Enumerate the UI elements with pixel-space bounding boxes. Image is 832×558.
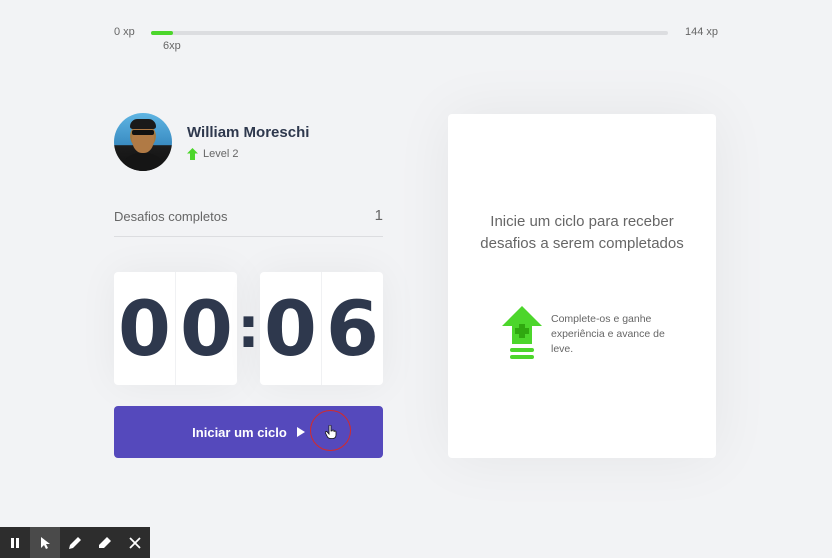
xp-progress-fill <box>151 31 173 35</box>
challenge-card-hint: Complete-os e ganhe experiência e avance… <box>551 313 665 355</box>
profile: William Moreschi Level 2 <box>114 113 309 171</box>
xp-min-label: 0 xp <box>114 26 135 38</box>
recording-toolbar <box>0 527 150 558</box>
xp-max-label: 144 xp <box>684 26 718 38</box>
xp-track <box>151 31 668 35</box>
pointer-tool-button[interactable] <box>30 527 60 558</box>
experience-bar: 0 xp 6xp 144 xp <box>114 24 718 54</box>
pencil-icon <box>69 536 81 549</box>
close-button[interactable] <box>120 527 150 558</box>
time-separator: : <box>237 296 260 361</box>
xp-current-label: 6xp <box>163 40 181 52</box>
seconds-block: 0 6 <box>260 272 383 385</box>
pointer-icon <box>41 536 50 549</box>
eraser-icon <box>99 536 111 548</box>
hand-cursor-icon <box>325 425 337 439</box>
profile-level-label: Level 2 <box>203 148 239 160</box>
profile-level: Level 2 <box>187 148 309 160</box>
challenge-card-title: Inicie um ciclo para receber desafios a … <box>480 213 684 252</box>
eraser-tool-button[interactable] <box>90 527 120 558</box>
completed-challenges: Desafios completos 1 <box>114 205 383 237</box>
minute-digit-right: 0 <box>180 284 233 373</box>
avatar <box>114 113 172 171</box>
profile-name: William Moreschi <box>187 124 310 141</box>
minute-digit-left: 0 <box>114 272 176 385</box>
second-digit-left: 0 <box>260 272 322 385</box>
completed-challenges-count: 1 <box>374 207 383 224</box>
level-up-arrow-icon <box>187 148 198 160</box>
play-icon <box>296 427 305 437</box>
start-cycle-label: Iniciar um ciclo <box>192 424 287 440</box>
minutes-block: 0 0 <box>114 272 237 385</box>
completed-challenges-label: Desafios completos <box>114 209 228 224</box>
pause-button[interactable] <box>0 527 30 558</box>
close-icon <box>129 536 141 549</box>
pencil-tool-button[interactable] <box>60 527 90 558</box>
challenge-card: Inicie um ciclo para receber desafios a … <box>448 114 716 458</box>
level-up-icon <box>502 306 542 359</box>
countdown-timer: 0 0 : 0 6 <box>114 272 383 385</box>
pause-icon <box>11 537 19 548</box>
profile-info: William Moreschi Level 2 <box>187 124 309 160</box>
second-digit-right: 6 <box>326 284 379 373</box>
